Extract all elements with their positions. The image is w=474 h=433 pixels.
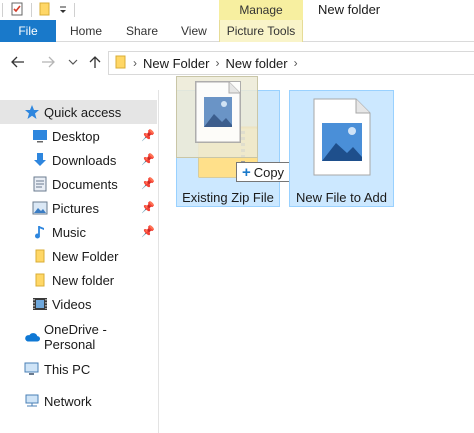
sidebar-item-label: New Folder <box>52 248 119 264</box>
sidebar-item-label: New folder <box>52 272 115 288</box>
sidebar-item-label: Videos <box>52 296 92 312</box>
forward-button[interactable] <box>38 51 58 73</box>
toolbar-divider <box>74 3 75 17</box>
copy-drag-tooltip: + Copy <box>236 162 290 182</box>
sidebar-item-downloads[interactable]: Downloads 📌 <box>0 148 157 172</box>
documents-icon <box>32 176 48 192</box>
recent-locations-button[interactable] <box>63 51 83 73</box>
chevron-right-icon[interactable]: › <box>133 56 137 70</box>
sidebar-item-network[interactable]: Network <box>0 389 157 413</box>
sidebar-item-label: This PC <box>44 361 91 377</box>
image-file-icon <box>195 81 241 143</box>
pin-icon[interactable]: 📌 <box>141 177 155 190</box>
pictures-icon <box>32 200 48 216</box>
folder-icon <box>115 54 127 73</box>
toolbar-divider <box>2 3 3 17</box>
plus-icon: + <box>241 163 251 181</box>
title-bar: Manage New folder <box>0 0 474 20</box>
sidebar-item-label: Music <box>52 224 86 240</box>
file-name: New File to Add <box>295 190 388 205</box>
sidebar-item-label: Desktop <box>52 128 100 144</box>
address-bar[interactable]: › New Folder › New folder › <box>108 51 474 75</box>
folder-icon <box>32 272 48 288</box>
ribbon-tabs: File Home Share View Picture Tools <box>0 20 474 42</box>
download-icon <box>32 152 48 168</box>
sidebar-item-new-folder[interactable]: New Folder <box>0 244 157 268</box>
folder-icon[interactable] <box>38 1 52 20</box>
chevron-right-icon[interactable]: › <box>294 56 298 70</box>
file-item-new-file[interactable]: New File to Add <box>289 90 394 207</box>
pin-icon[interactable]: 📌 <box>141 225 155 238</box>
tab-view[interactable]: View <box>181 20 207 42</box>
sidebar-item-label: Downloads <box>52 152 117 168</box>
up-button[interactable] <box>85 51 105 73</box>
sidebar-item-label: Quick access <box>44 104 122 120</box>
chevron-right-icon[interactable]: › <box>215 56 219 70</box>
forward-arrow-icon <box>42 56 55 68</box>
pane-divider <box>158 90 159 433</box>
sidebar-item-label: Documents <box>52 176 118 192</box>
image-file-icon <box>310 97 374 177</box>
pin-icon[interactable]: 📌 <box>141 201 155 214</box>
sidebar-item-videos[interactable]: Videos <box>0 292 157 316</box>
desktop-icon <box>32 128 48 144</box>
sidebar-item-music[interactable]: Music 📌 <box>0 220 157 244</box>
sidebar-item-new-folder-2[interactable]: New folder <box>0 268 157 292</box>
sidebar-item-pictures[interactable]: Pictures 📌 <box>0 196 157 220</box>
sidebar-item-label: Network <box>44 393 92 409</box>
sidebar-item-onedrive[interactable]: OneDrive - Personal <box>0 322 157 352</box>
breadcrumb-segment[interactable]: New folder <box>225 56 287 71</box>
back-button[interactable] <box>8 51 28 73</box>
drag-ghost <box>176 76 258 158</box>
cloud-icon <box>24 329 40 345</box>
music-icon <box>32 224 48 240</box>
star-icon <box>24 104 40 120</box>
tab-share[interactable]: Share <box>126 20 158 42</box>
sidebar-item-quick-access[interactable]: Quick access <box>0 100 157 124</box>
tab-file[interactable]: File <box>0 20 56 42</box>
sidebar-item-label: OneDrive - Personal <box>44 322 107 352</box>
pin-icon[interactable]: 📌 <box>141 129 155 142</box>
tab-home[interactable]: Home <box>70 20 102 42</box>
up-arrow-icon <box>89 56 101 68</box>
window-title: New folder <box>318 2 381 17</box>
navigation-pane: Quick access Desktop 📌 Downloads 📌 Docum… <box>0 96 158 433</box>
sidebar-item-this-pc[interactable]: This PC <box>0 357 157 381</box>
network-icon <box>24 393 40 409</box>
sidebar-item-label: Pictures <box>52 200 99 216</box>
toolbar-divider <box>31 3 32 17</box>
file-name: Existing Zip File <box>182 190 274 205</box>
manage-contextual-tab[interactable]: Manage <box>219 0 303 20</box>
quick-access-toolbar <box>0 0 75 20</box>
videos-icon <box>32 296 48 312</box>
properties-icon[interactable] <box>9 1 25 20</box>
back-arrow-icon <box>11 56 24 68</box>
pin-icon[interactable]: 📌 <box>141 153 155 166</box>
folder-icon <box>32 248 48 264</box>
tab-picture-tools[interactable]: Picture Tools <box>219 20 303 42</box>
breadcrumb-segment[interactable]: New Folder <box>143 56 209 71</box>
sidebar-item-documents[interactable]: Documents 📌 <box>0 172 157 196</box>
sidebar-item-desktop[interactable]: Desktop 📌 <box>0 124 157 148</box>
computer-icon <box>24 361 40 377</box>
copy-label: Copy <box>253 164 285 180</box>
dropdown-icon[interactable] <box>58 1 68 20</box>
chevron-down-icon <box>68 59 78 65</box>
